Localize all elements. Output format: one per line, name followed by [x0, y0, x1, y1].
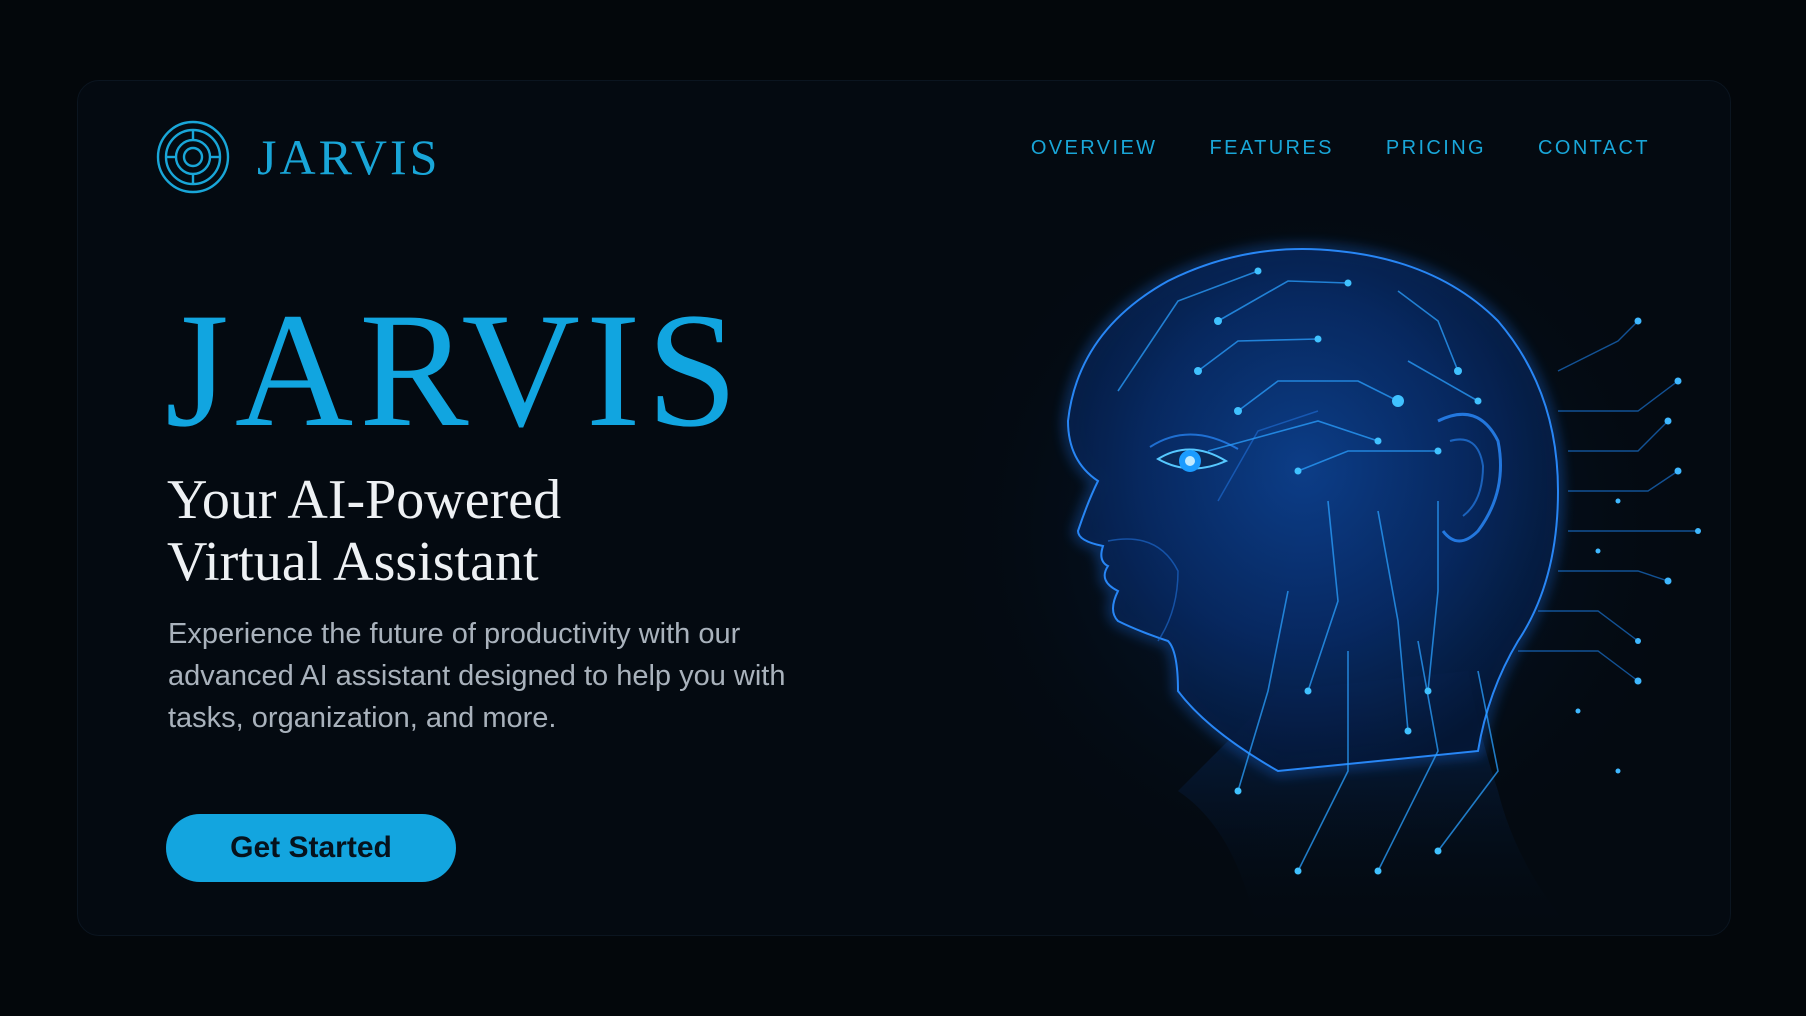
hero-subtitle: Your AI-Powered Virtual Assistant: [167, 469, 787, 593]
hero-description: Experience the future of productivity wi…: [168, 618, 786, 734]
nav-features[interactable]: FEATURES: [1209, 137, 1333, 160]
get-started-button[interactable]: Get Started: [166, 814, 456, 882]
brand-logo[interactable]: JARVIS: [155, 119, 440, 195]
hero-subtitle-line1: Your AI-Powered: [167, 469, 562, 531]
hero-panel: JARVIS OVERVIEW FEATURES PRICING CONTACT…: [77, 80, 1731, 936]
hero-title: JARVIS: [165, 280, 744, 461]
target-rings-logo-icon: [155, 119, 231, 195]
hero-subtitle-line2: Virtual Assistant: [167, 531, 539, 593]
nav-overview[interactable]: OVERVIEW: [1031, 137, 1158, 160]
brand-name: JARVIS: [257, 129, 441, 185]
ai-head-circuit-illustration: [878, 171, 1730, 935]
nav-contact[interactable]: CONTACT: [1538, 137, 1650, 160]
nav-pricing[interactable]: PRICING: [1386, 137, 1486, 160]
main-nav: OVERVIEW FEATURES PRICING CONTACT: [1031, 137, 1650, 160]
